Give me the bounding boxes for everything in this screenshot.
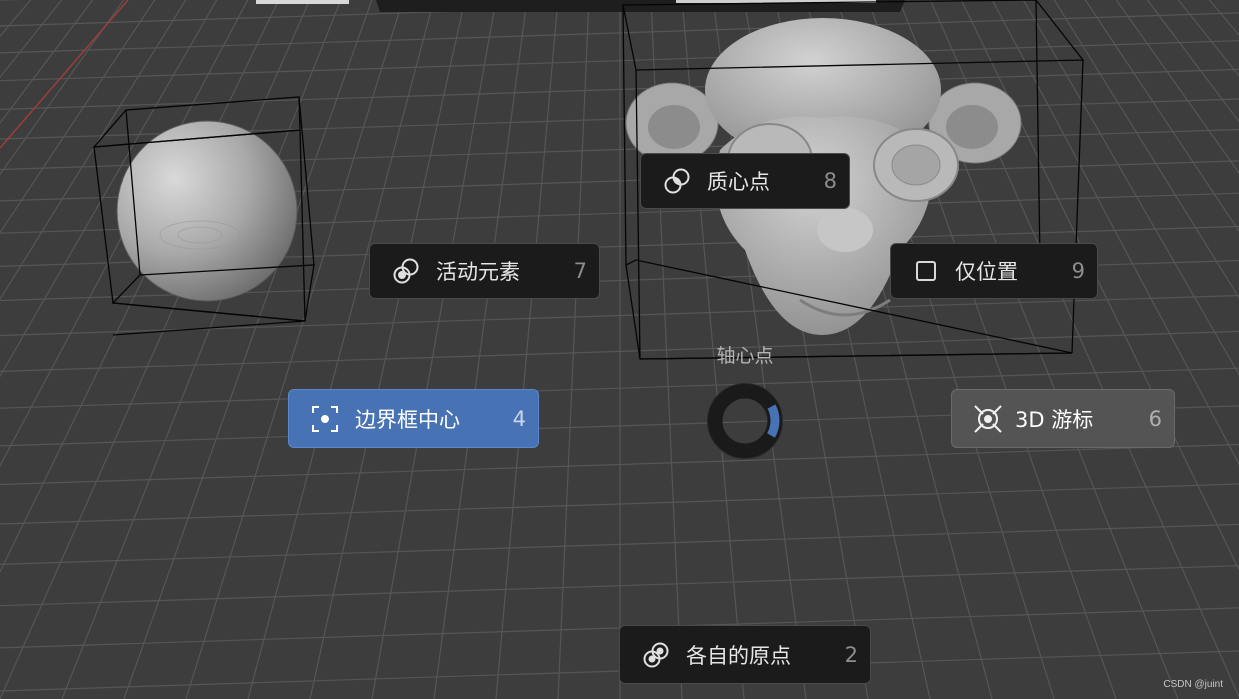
pie-item-shortcut: 9 (1071, 259, 1085, 283)
3d-cursor-icon (971, 402, 1005, 436)
watermark: CSDN @juint (1163, 679, 1223, 690)
pie-item-shortcut: 6 (1148, 406, 1162, 431)
pie-menu-title: 轴心点 (716, 345, 774, 367)
median-point-icon (660, 164, 694, 198)
active-element-icon (389, 254, 423, 288)
bounding-box-center-icon (308, 402, 342, 436)
pie-item-median-point[interactable]: 质心点 8 (640, 153, 850, 209)
pie-item-label: 活动元素 (436, 260, 520, 284)
pie-item-only-locations[interactable]: 仅位置 9 (890, 243, 1098, 299)
pie-item-individual-origins[interactable]: 各自的原点 2 (619, 625, 871, 684)
pie-item-shortcut: 7 (573, 259, 587, 283)
pie-item-label: 3D 游标 (1015, 407, 1094, 432)
pie-item-label: 边界框中心 (355, 407, 460, 432)
pie-item-shortcut: 4 (512, 406, 526, 431)
pie-item-label: 质心点 (707, 170, 770, 194)
pie-item-3d-cursor[interactable]: 3D 游标 6 (951, 389, 1175, 448)
pie-item-active-element[interactable]: 活动元素 7 (369, 243, 600, 299)
checkbox-icon[interactable] (914, 254, 938, 288)
pie-direction-indicator (707, 383, 783, 459)
x-axis-line (0, 0, 129, 149)
pie-item-shortcut: 2 (844, 642, 858, 667)
sphere-object[interactable] (116, 120, 298, 302)
individual-origins-icon (639, 638, 673, 672)
top-panel-fragment (256, 0, 349, 4)
viewport-scene (0, 0, 1239, 699)
pie-item-shortcut: 8 (823, 169, 837, 193)
3d-viewport[interactable]: 轴心点 质心点 8 活动元素 7 仅位置 9 边界框中心 4 3D 游标 6 各… (0, 0, 1239, 699)
pie-item-bounding-box-center[interactable]: 边界框中心 4 (288, 389, 539, 448)
pie-item-label: 各自的原点 (686, 643, 791, 668)
pie-item-label: 仅位置 (955, 260, 1018, 284)
